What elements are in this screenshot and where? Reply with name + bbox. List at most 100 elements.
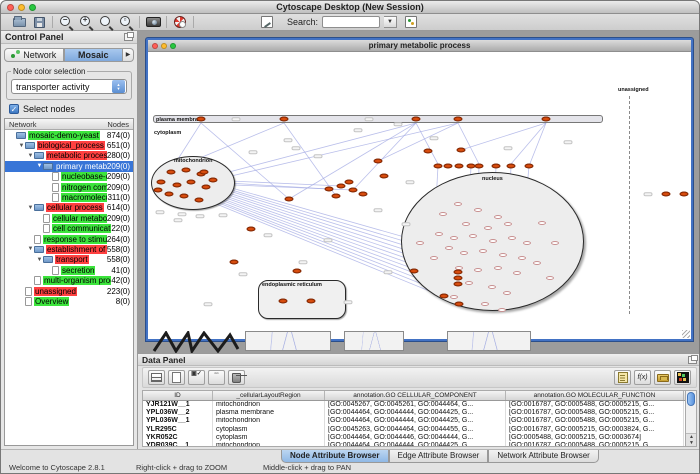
table-cell[interactable]: YPL036W__2 <box>143 409 213 417</box>
gene-node-selected[interactable] <box>345 180 354 185</box>
gene-node-selected[interactable] <box>202 185 211 190</box>
tree-item[interactable]: ▼ metabolic process 280(0) <box>5 151 133 161</box>
gene-node-selected[interactable] <box>542 117 551 122</box>
gene-node-unselected[interactable] <box>508 236 516 240</box>
table-cell[interactable]: YDR039C__1 <box>143 442 213 446</box>
gene-node-unselected[interactable] <box>503 291 511 295</box>
gene-node-unselected[interactable] <box>484 226 492 230</box>
gene-node-selected[interactable] <box>182 168 191 173</box>
table-cell[interactable]: mitochondrion <box>213 442 325 446</box>
expand-arrow-icon[interactable]: ▼ <box>18 143 25 149</box>
gene-node-selected[interactable] <box>154 188 163 193</box>
gene-node-unselected[interactable] <box>462 222 470 226</box>
gene-node-selected[interactable] <box>230 260 239 265</box>
table-cell[interactable]: YKR052C <box>143 434 213 442</box>
table-cell[interactable]: [GO:0016787, GO:0005488, GO:0005215, G..… <box>506 417 684 425</box>
gene-node-selected[interactable] <box>454 282 463 287</box>
vizmapper-icon[interactable] <box>197 15 217 30</box>
unselect-attributes-icon[interactable]: ▫▫ <box>208 370 225 385</box>
network-canvas[interactable]: plasma membrane cytoplasm mitochondrion … <box>148 52 691 339</box>
minimized-window-preview[interactable] <box>344 331 404 351</box>
gene-node-selected[interactable] <box>492 164 501 169</box>
table-cell[interactable]: [GO:0044464, GO:0044444, GO:0044425, G..… <box>325 417 506 425</box>
save-session-icon[interactable] <box>29 15 49 30</box>
table-scrollbar[interactable]: ▲▼ <box>685 391 696 446</box>
create-network-view-icon[interactable] <box>217 15 237 30</box>
tab-edge-attribute-browser[interactable]: Edge Attribute Browser <box>389 450 489 463</box>
gene-node-unselected[interactable] <box>430 256 438 260</box>
gene-node-unselected[interactable] <box>439 212 447 216</box>
tree-item[interactable]: ▼ primary metabolic process 209(0) <box>5 161 133 171</box>
tree-column-network[interactable]: Network <box>9 120 37 129</box>
select-nodes-checkbox[interactable]: ✓ Select nodes <box>9 104 137 114</box>
gene-node-selected[interactable] <box>455 302 464 307</box>
gene-node-selected[interactable] <box>680 192 689 197</box>
table-cell[interactable]: [GO:0045267, GO:0045261, GO:0044464, G..… <box>325 401 506 409</box>
gene-node-unselected[interactable] <box>460 251 468 255</box>
heatmap-icon[interactable] <box>674 370 691 385</box>
table-row[interactable]: YKR052Ccytoplasm[GO:0044464, GO:0044446,… <box>143 434 685 442</box>
gene-node-selected[interactable] <box>293 269 302 274</box>
gene-node-selected[interactable] <box>247 227 256 232</box>
gene-node-selected[interactable] <box>349 188 358 193</box>
gene-node-unselected[interactable] <box>450 236 458 240</box>
gene-node-selected[interactable] <box>200 170 209 175</box>
gene-node-unselected[interactable] <box>498 308 506 312</box>
table-row[interactable]: YPL036W__1mitochondrion[GO:0044464, GO:0… <box>143 417 685 425</box>
expand-arrow-icon[interactable]: ▼ <box>36 257 43 263</box>
gene-node-unselected[interactable] <box>454 202 462 206</box>
gene-node-unselected[interactable] <box>494 215 502 219</box>
gene-node-selected[interactable] <box>195 198 204 203</box>
gene-node-selected[interactable] <box>180 194 189 199</box>
gene-node-unselected[interactable] <box>479 249 487 253</box>
table-cell[interactable]: [GO:0005488, GO:0005215, GO:0003674] <box>506 434 684 442</box>
tree-item[interactable]: multi-organism proc 42(0) <box>5 275 133 285</box>
tree-item[interactable]: secretion 41(0) <box>5 265 133 275</box>
gene-node-selected[interactable] <box>167 170 176 175</box>
network-file-icon[interactable] <box>401 15 421 30</box>
formula-icon[interactable]: f(x) <box>634 370 651 385</box>
column-header[interactable]: annotation.GO CELLULAR_COMPONENT <box>325 391 506 400</box>
network-window[interactable]: primary metabolic process plasma membran… <box>146 38 693 341</box>
tree-item[interactable]: mosaic-demo-yeast 874(0) <box>5 130 133 140</box>
gene-node-selected[interactable] <box>662 192 671 197</box>
tab-mosaic[interactable]: Mosaic <box>64 48 124 62</box>
gene-node-unselected[interactable] <box>499 253 507 257</box>
gene-node-selected[interactable] <box>454 276 463 281</box>
gene-node-unselected[interactable] <box>469 234 477 238</box>
tab-network-attribute-browser[interactable]: Network Attribute Browser <box>488 450 598 463</box>
gene-node-unselected[interactable] <box>546 276 554 280</box>
gene-node-selected[interactable] <box>325 187 334 192</box>
gene-node-selected[interactable] <box>285 197 294 202</box>
expand-arrow-icon[interactable]: ▼ <box>27 246 34 252</box>
tree-item[interactable]: nitrogen compound 209(0) <box>5 182 133 192</box>
table-cell[interactable]: cytoplasm <box>213 426 325 434</box>
gene-node-selected[interactable] <box>380 174 389 179</box>
open-session-icon[interactable] <box>9 15 29 30</box>
table-row[interactable]: YLR295Ccytoplasm[GO:0045263, GO:0044464,… <box>143 426 685 434</box>
column-header[interactable]: annotation.GO MOLECULAR_FUNCTION <box>506 391 684 400</box>
table-cell[interactable]: [GO:0016787, GO:0005488, GO:0005215, G..… <box>506 409 684 417</box>
table-cell[interactable]: [GO:0016787, GO:0005488, GO:0005215, G..… <box>506 401 684 409</box>
tree-item[interactable]: nucleobase-cont 209(0) <box>5 172 133 182</box>
gene-node-selected[interactable] <box>157 180 166 185</box>
table-cell[interactable]: [GO:0016787, GO:0005215, GO:0003824, G..… <box>506 426 684 434</box>
column-header[interactable]: _cellularLayoutRegion <box>213 391 325 400</box>
gene-node-selected[interactable] <box>279 299 288 304</box>
gene-node-unselected[interactable] <box>450 295 458 299</box>
gene-node-selected[interactable] <box>454 270 463 275</box>
attribute-matrix-icon[interactable] <box>148 370 165 385</box>
gene-node-selected[interactable] <box>209 178 218 183</box>
node-color-select[interactable]: transporter activity ▲▼ <box>11 79 127 94</box>
zoom-in-icon[interactable]: + <box>76 15 96 30</box>
new-attribute-icon[interactable] <box>168 370 185 385</box>
gene-node-selected[interactable] <box>440 294 449 299</box>
gene-node-unselected[interactable] <box>538 221 546 225</box>
destroy-network-view-icon[interactable] <box>237 15 257 30</box>
gene-node-unselected[interactable] <box>435 232 443 236</box>
scrollbar-arrows[interactable]: ▲▼ <box>686 433 697 446</box>
gene-node-selected[interactable] <box>444 164 453 169</box>
gene-node-unselected[interactable] <box>523 241 531 245</box>
column-header[interactable]: ID <box>143 391 213 400</box>
gene-node-selected[interactable] <box>454 117 463 122</box>
